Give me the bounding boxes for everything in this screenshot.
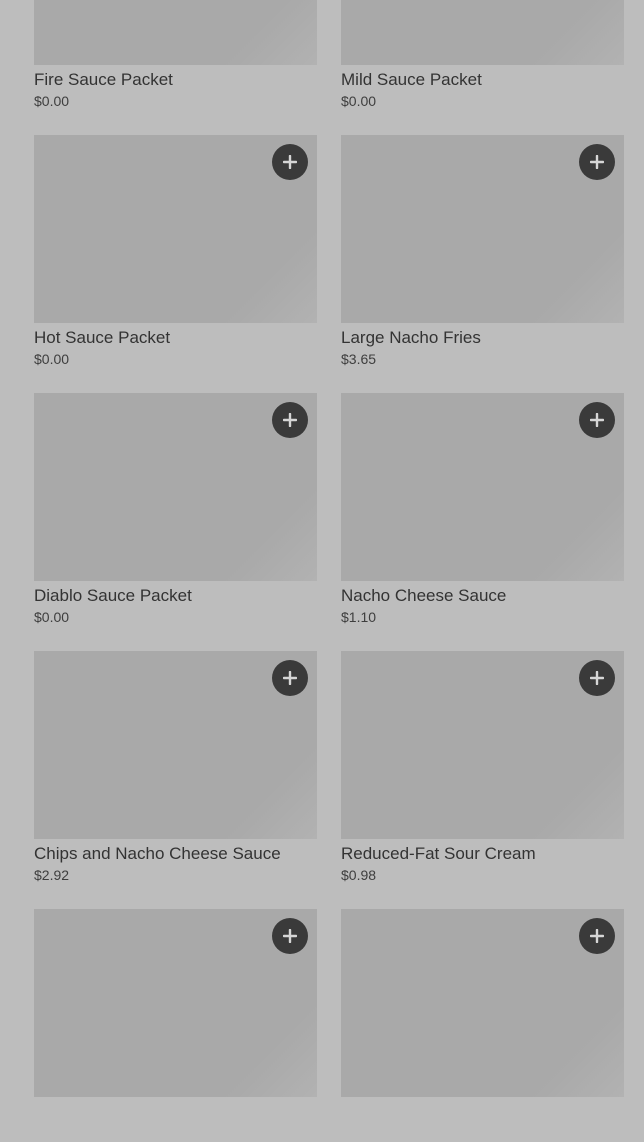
menu-item-image[interactable] bbox=[34, 0, 317, 65]
add-to-cart-button[interactable] bbox=[579, 402, 615, 438]
menu-item-name[interactable]: Fire Sauce Packet bbox=[34, 69, 317, 91]
menu-item-image[interactable] bbox=[34, 393, 317, 581]
menu-item-price: $0.00 bbox=[34, 93, 70, 109]
menu-item-price: $0.00 bbox=[341, 93, 377, 109]
menu-item-card[interactable]: Fire Sauce Packet $0.00 bbox=[34, 0, 317, 110]
menu-items-grid: Fire Sauce Packet $0.00 Mild Sauce Packe… bbox=[34, 0, 624, 1142]
menu-item-card[interactable]: Large Nacho Fries $3.65 bbox=[341, 135, 624, 368]
menu-item-image[interactable] bbox=[341, 651, 624, 839]
menu-item-image[interactable] bbox=[341, 393, 624, 581]
add-to-cart-button[interactable] bbox=[272, 918, 308, 954]
menu-item-card[interactable]: Chips and Nacho Cheese Sauce $2.92 bbox=[34, 651, 317, 884]
plus-icon bbox=[590, 929, 604, 943]
menu-item-name[interactable]: Chips and Nacho Cheese Sauce bbox=[34, 843, 317, 865]
menu-item-name[interactable]: Diablo Sauce Packet bbox=[34, 585, 317, 607]
menu-item-card[interactable]: Diablo Sauce Packet $0.00 bbox=[34, 393, 317, 626]
add-to-cart-button[interactable] bbox=[272, 144, 308, 180]
menu-item-price: $3.65 bbox=[341, 351, 377, 367]
add-to-cart-button[interactable] bbox=[272, 402, 308, 438]
menu-item-name[interactable]: Nacho Cheese Sauce bbox=[341, 585, 624, 607]
menu-item-price: $0.00 bbox=[34, 351, 70, 367]
menu-item-name[interactable]: Large Nacho Fries bbox=[341, 327, 624, 349]
menu-item-image[interactable] bbox=[34, 135, 317, 323]
menu-item-image[interactable] bbox=[34, 651, 317, 839]
plus-icon bbox=[283, 155, 297, 169]
menu-item-image[interactable] bbox=[34, 909, 317, 1097]
plus-icon bbox=[590, 155, 604, 169]
plus-icon bbox=[590, 671, 604, 685]
menu-item-price: $0.98 bbox=[341, 867, 377, 883]
menu-item-card[interactable] bbox=[341, 909, 624, 1142]
menu-item-price: $1.10 bbox=[341, 609, 377, 625]
menu-item-image[interactable] bbox=[341, 909, 624, 1097]
add-to-cart-button[interactable] bbox=[272, 660, 308, 696]
menu-item-price: $2.92 bbox=[34, 867, 70, 883]
menu-item-card[interactable]: Reduced-Fat Sour Cream $0.98 bbox=[341, 651, 624, 884]
menu-item-card[interactable] bbox=[34, 909, 317, 1142]
add-to-cart-button[interactable] bbox=[579, 918, 615, 954]
menu-item-image[interactable] bbox=[341, 0, 624, 65]
menu-item-name[interactable]: Hot Sauce Packet bbox=[34, 327, 317, 349]
plus-icon bbox=[283, 929, 297, 943]
plus-icon bbox=[590, 413, 604, 427]
menu-item-price: $0.00 bbox=[34, 609, 70, 625]
menu-item-card[interactable]: Hot Sauce Packet $0.00 bbox=[34, 135, 317, 368]
menu-item-image[interactable] bbox=[341, 135, 624, 323]
menu-item-card[interactable]: Mild Sauce Packet $0.00 bbox=[341, 0, 624, 110]
menu-item-card[interactable]: Nacho Cheese Sauce $1.10 bbox=[341, 393, 624, 626]
plus-icon bbox=[283, 413, 297, 427]
add-to-cart-button[interactable] bbox=[579, 660, 615, 696]
plus-icon bbox=[283, 671, 297, 685]
menu-item-name[interactable]: Mild Sauce Packet bbox=[341, 69, 624, 91]
add-to-cart-button[interactable] bbox=[579, 144, 615, 180]
menu-item-name[interactable]: Reduced-Fat Sour Cream bbox=[341, 843, 624, 865]
